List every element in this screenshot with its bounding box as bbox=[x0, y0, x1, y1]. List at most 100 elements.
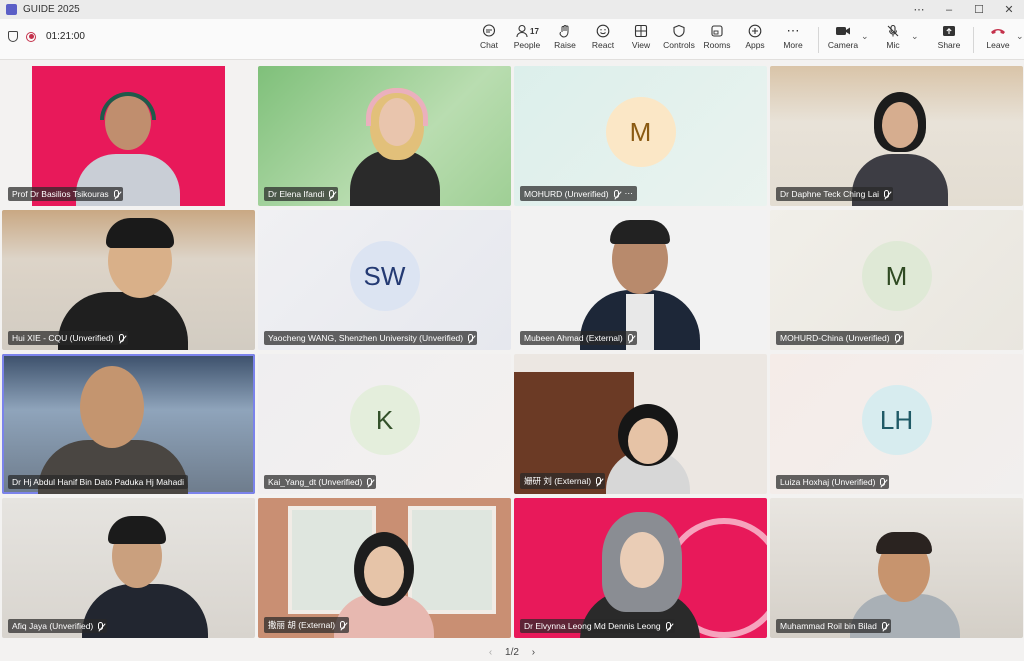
camera-label: Camera bbox=[827, 40, 859, 50]
participant-tile[interactable]: Dr Elena Ifandi bbox=[258, 66, 511, 206]
participant-tile[interactable]: Dr Daphne Teck Ching Lai bbox=[770, 66, 1023, 206]
react-label: React bbox=[591, 40, 615, 50]
rooms-button[interactable]: Rooms bbox=[698, 22, 736, 58]
participant-tile[interactable]: Hui XIE - CQU (Unverified) bbox=[2, 210, 255, 350]
minimize-icon[interactable]: – bbox=[934, 4, 964, 16]
avatar: M bbox=[861, 241, 932, 311]
mic-off-icon bbox=[118, 334, 124, 342]
participant-tile[interactable]: M MOHURD (Unverified) ⋯ bbox=[514, 66, 767, 206]
raise-hand-button[interactable]: Raise bbox=[546, 22, 584, 58]
close-icon[interactable]: ✕ bbox=[994, 3, 1024, 16]
participant-hair bbox=[108, 516, 166, 544]
camera-button[interactable]: Camera bbox=[825, 22, 861, 58]
meeting-toolbar: 01:21:00 Chat 17 People Raise React View… bbox=[0, 19, 1024, 60]
apps-button[interactable]: Apps bbox=[736, 22, 774, 58]
tile-more-icon[interactable]: ⋯ bbox=[625, 188, 634, 199]
participant-tile[interactable]: LH Luiza Hoxhaj (Unverified) bbox=[770, 354, 1023, 494]
participant-tile[interactable]: SW Yaocheng WANG, Shenzhen University (U… bbox=[258, 210, 511, 350]
shield-icon bbox=[8, 31, 18, 42]
participant-tile[interactable]: Muhammad Roil bin Bilad bbox=[770, 498, 1023, 638]
participant-name: Prof Dr Basilios Tsikouras bbox=[12, 189, 109, 199]
avatar: SW bbox=[349, 241, 420, 311]
participant-face bbox=[882, 102, 918, 148]
rooms-icon bbox=[710, 22, 724, 40]
share-button[interactable]: Share bbox=[931, 22, 967, 58]
participant-hair bbox=[610, 220, 670, 244]
window-right bbox=[408, 506, 496, 614]
participant-name: Dr Hj Abdul Hanif Bin Dato Paduka Hj Mah… bbox=[12, 477, 184, 487]
participant-name: 姗研 刘 (External) bbox=[524, 476, 592, 486]
leave-options-chevron-icon[interactable]: ⌄ bbox=[1016, 22, 1024, 58]
mic-off-icon bbox=[367, 478, 373, 486]
avatar: M bbox=[605, 97, 676, 167]
toolbar-divider-2 bbox=[973, 27, 974, 53]
teams-logo-icon bbox=[6, 4, 17, 15]
participant-tile[interactable]: 撒丽 胡 (External) bbox=[258, 498, 511, 638]
people-count: 17 bbox=[530, 26, 539, 36]
participant-name: Mubeen Ahmad (External) bbox=[524, 333, 623, 343]
participant-tile[interactable]: Afiq Jaya (Unverified) bbox=[2, 498, 255, 638]
participant-tile[interactable]: M MOHURD-China (Unverified) bbox=[770, 210, 1023, 350]
participant-tile[interactable]: Dr Elvynna Leong Md Dennis Leong bbox=[514, 498, 767, 638]
controls-label: Controls bbox=[663, 40, 695, 50]
participant-tile[interactable]: Mubeen Ahmad (External) bbox=[514, 210, 767, 350]
participant-hair bbox=[876, 532, 932, 554]
toolbar-divider bbox=[818, 27, 819, 53]
title-bar: GUIDE 2025 ⋯ – ☐ ✕ bbox=[0, 0, 1024, 19]
participant-nameplate: Muhammad Roil bin Bilad bbox=[776, 619, 891, 633]
participant-hair bbox=[106, 218, 174, 248]
window-more-icon[interactable]: ⋯ bbox=[904, 3, 934, 16]
maximize-icon[interactable]: ☐ bbox=[964, 3, 994, 16]
view-label: View bbox=[631, 40, 651, 50]
mic-off-icon bbox=[880, 478, 886, 486]
participant-name: Dr Elena Ifandi bbox=[268, 189, 325, 199]
prev-page-icon[interactable]: ‹ bbox=[489, 647, 492, 658]
participant-nameplate: Yaocheng WANG, Shenzhen University (Unve… bbox=[264, 331, 478, 345]
next-page-icon[interactable]: › bbox=[532, 647, 535, 658]
mic-button[interactable]: Mic bbox=[875, 22, 911, 58]
mic-off-icon bbox=[881, 622, 887, 630]
controls-button[interactable]: Controls bbox=[660, 22, 698, 58]
participant-nameplate: Prof Dr Basilios Tsikouras bbox=[8, 187, 123, 201]
participant-nameplate: 姗研 刘 (External) bbox=[520, 473, 606, 489]
leave-button[interactable]: Leave bbox=[980, 22, 1016, 58]
participant-nameplate: Luiza Hoxhaj (Unverified) bbox=[776, 475, 890, 489]
mic-off-icon bbox=[884, 190, 890, 198]
people-button[interactable]: 17 People bbox=[508, 22, 546, 58]
raise-label: Raise bbox=[554, 40, 576, 50]
participant-face bbox=[620, 532, 664, 588]
mic-off-icon bbox=[468, 334, 474, 342]
camera-options-chevron-icon[interactable]: ⌄ bbox=[861, 22, 875, 58]
more-icon: ⋯ bbox=[786, 23, 800, 38]
participant-name: Kai_Yang_dt (Unverified) bbox=[268, 477, 363, 487]
react-button[interactable]: React bbox=[584, 22, 622, 58]
mic-off-icon bbox=[113, 190, 119, 198]
avatar: K bbox=[349, 385, 420, 455]
participant-tile[interactable]: 姗研 刘 (External) bbox=[514, 354, 767, 494]
shield-controls-icon bbox=[672, 22, 686, 40]
leave-label: Leave bbox=[986, 40, 1010, 50]
participant-face bbox=[628, 418, 668, 464]
mic-off-icon bbox=[613, 189, 619, 198]
window-title: GUIDE 2025 bbox=[23, 4, 80, 15]
participant-nameplate: Hui XIE - CQU (Unverified) bbox=[8, 331, 128, 345]
participant-face bbox=[364, 546, 404, 598]
people-icon: 17 bbox=[515, 22, 539, 40]
chat-button[interactable]: Chat bbox=[470, 22, 508, 58]
more-button[interactable]: ⋯ More bbox=[774, 22, 812, 58]
mic-off-icon bbox=[340, 621, 346, 629]
participant-nameplate: Afiq Jaya (Unverified) bbox=[8, 619, 108, 633]
participant-tile[interactable]: Prof Dr Basilios Tsikouras bbox=[2, 66, 255, 206]
hang-up-icon bbox=[990, 22, 1006, 40]
participant-name: Dr Elvynna Leong Md Dennis Leong bbox=[524, 621, 661, 631]
participant-face bbox=[80, 366, 144, 448]
participant-name: Hui XIE - CQU (Unverified) bbox=[12, 333, 114, 343]
view-button[interactable]: View bbox=[622, 22, 660, 58]
page-indicator: 1/2 bbox=[505, 647, 519, 658]
participant-name: 撒丽 胡 (External) bbox=[268, 620, 336, 630]
participant-tile-active-speaker[interactable]: Dr Hj Abdul Hanif Bin Dato Paduka Hj Mah… bbox=[2, 354, 255, 494]
participant-name: Muhammad Roil bin Bilad bbox=[780, 621, 877, 631]
mic-options-chevron-icon[interactable]: ⌄ bbox=[911, 22, 925, 58]
grid-view-icon bbox=[634, 22, 648, 40]
participant-tile[interactable]: K Kai_Yang_dt (Unverified) bbox=[258, 354, 511, 494]
